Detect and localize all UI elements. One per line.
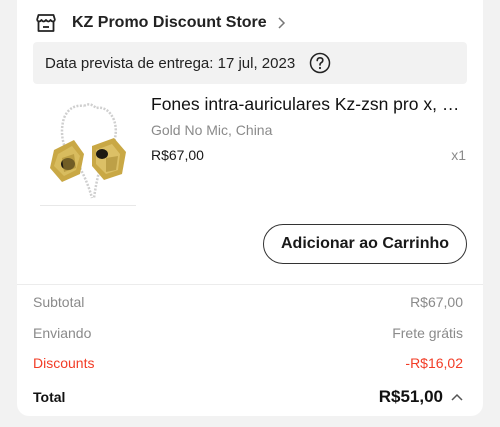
chevron-up-icon[interactable] [451, 393, 463, 401]
divider [17, 284, 483, 285]
order-card: KZ Promo Discount Store Data prevista de… [17, 0, 483, 416]
help-icon[interactable] [309, 52, 331, 74]
shipping-label: Enviando [33, 325, 92, 341]
total-value: R$51,00 [378, 387, 443, 406]
subtotal-label: Subtotal [33, 294, 85, 310]
product-quantity: x1 [451, 147, 466, 163]
chevron-right-icon [276, 16, 286, 30]
store-name[interactable]: KZ Promo Discount Store [72, 14, 267, 32]
discount-row: Discounts -R$16,02 [33, 353, 463, 373]
delivery-text: Data prevista de entrega: 17 jul, 2023 [45, 54, 296, 72]
total-label: Total [33, 389, 66, 405]
add-to-cart-button[interactable]: Adicionar ao Carrinho [263, 224, 467, 264]
discount-value: -R$16,02 [405, 355, 463, 371]
total-row[interactable]: Total R$51,00 [33, 385, 463, 409]
product-title[interactable]: Fones intra-auriculares Kz-zsn pro x, 1b… [151, 94, 469, 115]
store-icon [34, 11, 58, 35]
subtotal-value: R$67,00 [410, 294, 463, 310]
product-image[interactable] [40, 98, 136, 206]
discount-label: Discounts [33, 355, 95, 371]
shipping-value: Frete grátis [392, 325, 463, 341]
total-right[interactable]: R$51,00 [379, 387, 463, 407]
store-header[interactable]: KZ Promo Discount Store [34, 10, 286, 36]
delivery-estimate: Data prevista de entrega: 17 jul, 2023 [33, 42, 467, 84]
shipping-row: Enviando Frete grátis [33, 323, 463, 343]
product-price: R$67,00 [151, 147, 204, 163]
subtotal-row: Subtotal R$67,00 [33, 292, 463, 312]
product-variant: Gold No Mic, China [151, 122, 273, 138]
